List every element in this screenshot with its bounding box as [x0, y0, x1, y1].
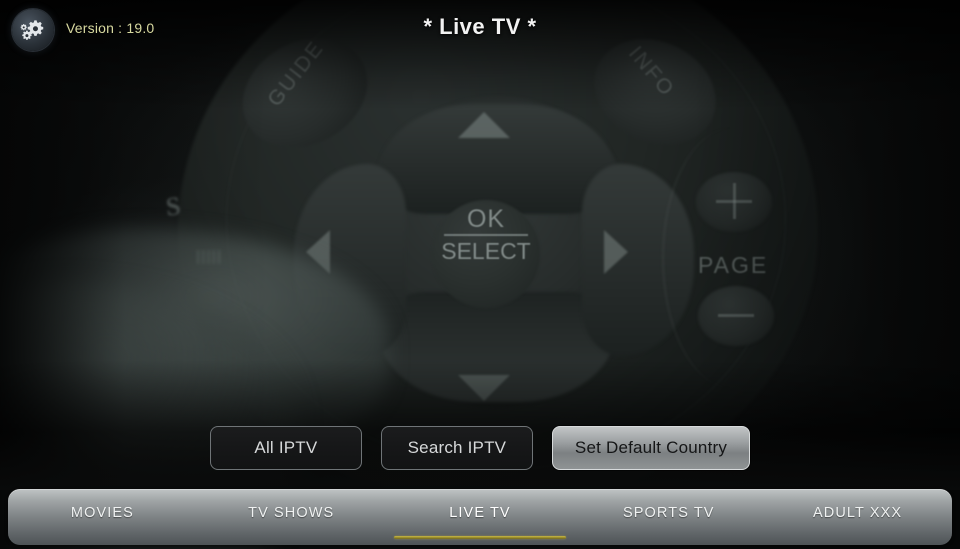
page-title: * Live TV * [423, 14, 537, 39]
search-iptv-button[interactable]: Search IPTV [380, 426, 533, 470]
set-default-country-button[interactable]: Set Default Country [551, 426, 751, 470]
tab-live-tv[interactable]: LIVE TV [386, 489, 575, 545]
tab-adult-xxx-label: ADULT XXX [813, 505, 903, 521]
tab-tv-shows[interactable]: TV SHOWS [197, 489, 386, 545]
tab-sports-tv[interactable]: SPORTS TV [574, 489, 763, 545]
tab-sports-tv-label: SPORTS TV [623, 505, 715, 521]
bottom-nav-bar: MOVIES TV SHOWS LIVE TV SPORTS TV ADULT … [8, 489, 952, 545]
tab-adult-xxx[interactable]: ADULT XXX [763, 489, 952, 545]
tab-movies[interactable]: MOVIES [8, 489, 197, 545]
all-iptv-button[interactable]: All IPTV [209, 426, 362, 470]
tab-live-tv-label: LIVE TV [449, 505, 511, 521]
action-button-row: All IPTV Search IPTV Set Default Country [0, 425, 960, 471]
tab-movies-label: MOVIES [70, 505, 134, 521]
top-bar: Version : 19.0 * Live TV * [0, 0, 960, 58]
tab-tv-shows-label: TV SHOWS [248, 505, 335, 521]
active-tab-underline [393, 536, 567, 539]
